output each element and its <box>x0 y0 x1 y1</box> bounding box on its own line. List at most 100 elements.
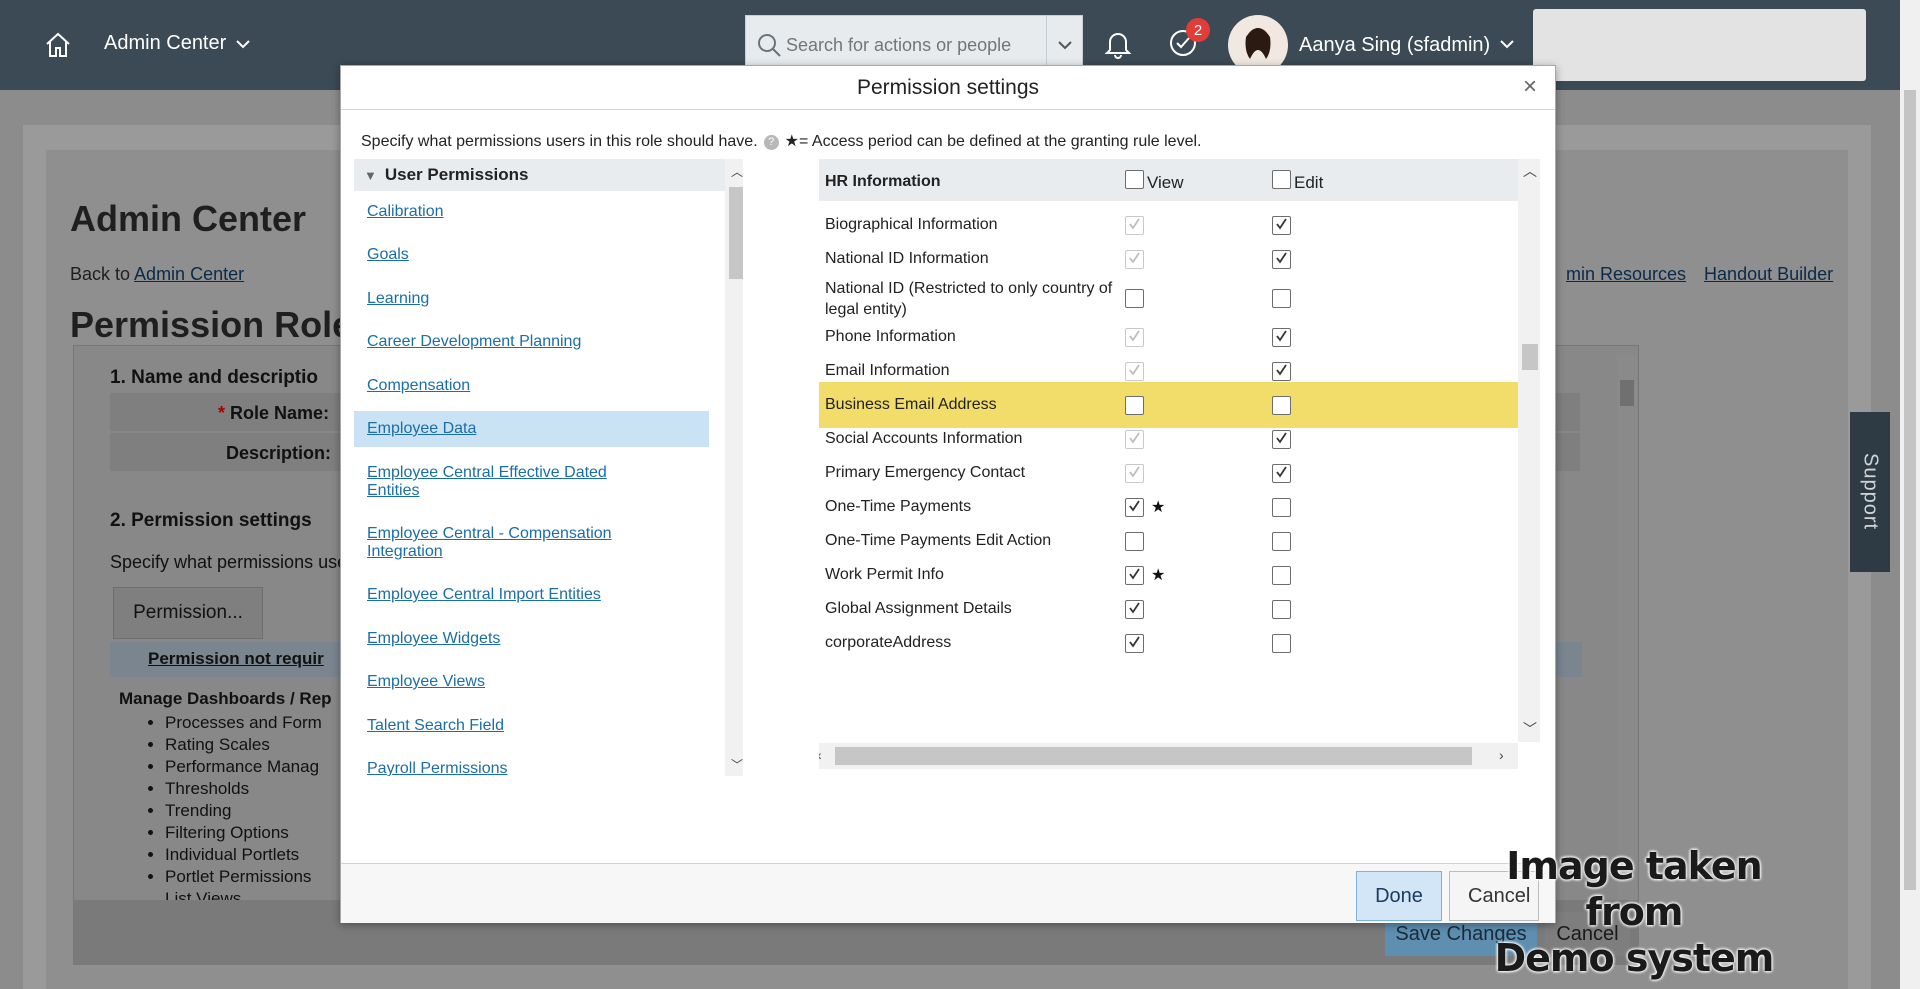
permission-label: One-Time Payments <box>825 498 972 515</box>
list-item: Processes and Form <box>165 712 322 734</box>
nav-item-learning[interactable]: Learning <box>354 290 709 308</box>
list-item: Performance Manag <box>165 756 322 778</box>
permission-settings-dialog: Permission settings × Specify what permi… <box>340 65 1556 923</box>
view-all-checkbox[interactable] <box>1125 170 1144 189</box>
resource-links: min Resources Handout Builder <box>1548 264 1833 285</box>
list-item: Thresholds <box>165 778 322 800</box>
breadcrumb: Back to Admin Center <box>70 264 244 285</box>
view-checkbox[interactable] <box>1125 600 1144 619</box>
list-item: Trending <box>165 800 322 822</box>
admin-resources-link[interactable]: min Resources <box>1566 264 1686 284</box>
nav-item-career-development-planning[interactable]: Career Development Planning <box>354 333 709 351</box>
view-checkbox <box>1125 362 1144 381</box>
chevron-up-icon[interactable]: ︿ <box>731 163 743 180</box>
section-name-description: 1. Name and descriptio <box>110 367 319 388</box>
view-checkbox[interactable] <box>1125 396 1144 415</box>
view-checkbox[interactable] <box>1125 634 1144 653</box>
view-checkbox[interactable] <box>1125 498 1144 517</box>
edit-checkbox[interactable] <box>1272 464 1291 483</box>
nav-item-employee-data[interactable]: Employee Data <box>354 411 709 447</box>
edit-checkbox[interactable] <box>1272 600 1291 619</box>
nav-item-talent-search-field[interactable]: Talent Search Field <box>354 717 709 735</box>
chevron-up-icon[interactable]: ︿ <box>1523 161 1537 181</box>
permission-category-nav: ▼ User Permissions Calibration Goals Lear… <box>354 159 743 776</box>
grid-horizontal-scrollbar[interactable]: ‹› <box>819 743 1518 769</box>
support-tab[interactable]: Support <box>1850 412 1890 572</box>
section-permission-settings: 2. Permission settings <box>110 510 312 531</box>
permission-label: Global Assignment Details <box>825 600 1012 617</box>
watermark-line-1: Image taken from <box>1506 844 1762 934</box>
grid-scrollbar-thumb[interactable] <box>1522 344 1538 370</box>
list-item: Filtering Options <box>165 822 322 844</box>
help-icon[interactable]: ? <box>763 135 779 150</box>
view-checkbox <box>1125 430 1144 449</box>
chevron-down-icon[interactable]: ﹀ <box>1523 719 1537 739</box>
nav-item-compensation[interactable]: Compensation <box>354 377 709 395</box>
view-checkbox[interactable] <box>1125 566 1144 585</box>
nav-scrollbar[interactable]: ︿ ﹀ <box>725 159 743 776</box>
chevron-down-icon[interactable]: ﹀ <box>731 756 743 773</box>
user-permissions-header[interactable]: ▼ User Permissions <box>354 159 743 191</box>
dashboards-title: Manage Dashboards / Rep <box>119 689 332 708</box>
edit-checkbox[interactable] <box>1272 566 1291 585</box>
edit-checkbox[interactable] <box>1272 532 1291 551</box>
permission-label: National ID (Restricted to only country … <box>825 280 1113 318</box>
page-scrollbar[interactable] <box>1617 355 1637 900</box>
edit-checkbox[interactable] <box>1272 498 1291 517</box>
edit-checkbox[interactable] <box>1272 362 1291 381</box>
view-checkbox[interactable] <box>1125 532 1144 551</box>
close-icon[interactable]: × <box>1519 75 1541 99</box>
nav-item-employee-views[interactable]: Employee Views <box>354 673 709 691</box>
nav-item-calibration[interactable]: Calibration <box>354 203 709 221</box>
handout-builder-link[interactable]: Handout Builder <box>1704 264 1833 284</box>
dashboard-list: Processes and Form Rating Scales Perform… <box>165 712 322 900</box>
permission-label: Primary Emergency Contact <box>825 464 1026 481</box>
intro-text: Specify what permissions users in this r… <box>361 133 758 150</box>
role-name-label: * Role Name: <box>218 403 330 423</box>
edit-checkbox[interactable] <box>1272 634 1291 653</box>
edit-checkbox[interactable] <box>1272 216 1291 235</box>
nav-item-ec-compensation-integration[interactable]: Employee Central - Compensation Integrat… <box>354 525 654 561</box>
nav-item-ec-import-entities[interactable]: Employee Central Import Entities <box>354 586 709 604</box>
collapse-triangle-icon: ▼ <box>364 168 377 183</box>
edit-all-checkbox[interactable] <box>1272 170 1291 189</box>
edit-column-label: Edit <box>1294 173 1324 192</box>
list-item: List Views <box>165 888 322 900</box>
permission-label: corporateAddress <box>825 634 952 651</box>
page-scrollbar-thumb[interactable] <box>1620 380 1634 406</box>
edit-checkbox[interactable] <box>1272 396 1291 415</box>
access-period-star-icon: ★ <box>1151 499 1166 516</box>
edit-checkbox[interactable] <box>1272 328 1291 347</box>
edit-checkbox[interactable] <box>1272 430 1291 449</box>
window-scrollbar-thumb[interactable] <box>1904 90 1916 890</box>
view-checkbox[interactable] <box>1125 289 1144 308</box>
view-checkbox <box>1125 250 1144 269</box>
nav-item-employee-widgets[interactable]: Employee Widgets <box>354 630 709 648</box>
grid-hscrollbar-thumb[interactable] <box>835 747 1472 765</box>
permission-label: Biographical Information <box>825 216 998 233</box>
description-label: Description: <box>226 443 332 463</box>
permission-label: Email Information <box>825 362 950 379</box>
dialog-intro: Specify what permissions users in this r… <box>361 131 1201 151</box>
grid-vertical-scrollbar[interactable]: ︿ ﹀ <box>1518 159 1540 742</box>
permission-label: Business Email Address <box>825 396 997 413</box>
permission-button[interactable]: Permission... <box>113 587 263 639</box>
back-to-admin-center-link[interactable]: Admin Center <box>134 264 244 284</box>
view-checkbox <box>1125 464 1144 483</box>
nav-scrollbar-thumb[interactable] <box>729 187 743 279</box>
chevron-left-icon[interactable]: ‹ <box>819 747 822 763</box>
permission-label: National ID Information <box>825 250 989 267</box>
permission-grid: HR Information View Edit Biographical Infor… <box>819 159 1540 779</box>
chevron-right-icon[interactable]: › <box>1499 747 1504 763</box>
access-period-star-icon: ★ <box>1151 567 1166 584</box>
done-button[interactable]: Done <box>1356 871 1442 921</box>
edit-checkbox[interactable] <box>1272 289 1291 308</box>
list-item: Rating Scales <box>165 734 322 756</box>
watermark: Image taken from Demo system <box>1474 843 1794 981</box>
nav-item-payroll-permissions[interactable]: Payroll Permissions <box>354 760 709 776</box>
window-scrollbar[interactable] <box>1900 0 1920 989</box>
nav-item-goals[interactable]: Goals <box>354 246 709 264</box>
edit-checkbox[interactable] <box>1272 250 1291 269</box>
nav-item-ec-effective-dated-entities[interactable]: Employee Central Effective Dated Entitie… <box>354 464 654 500</box>
permission-label: Social Accounts Information <box>825 430 1023 447</box>
